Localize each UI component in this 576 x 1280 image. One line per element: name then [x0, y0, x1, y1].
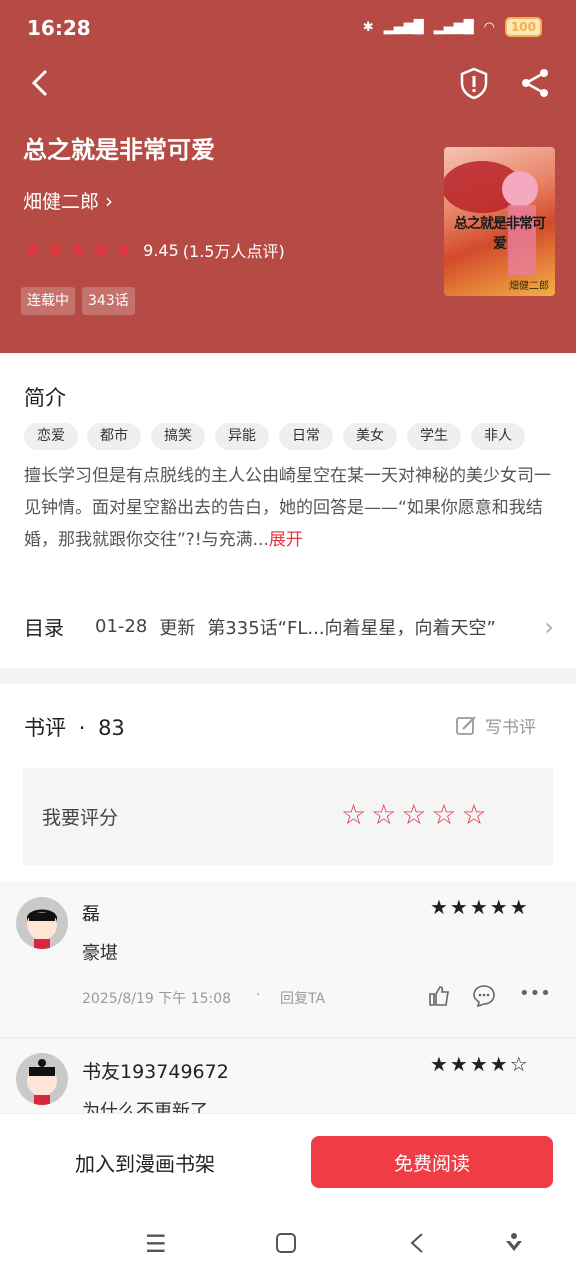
star-icon: ★ — [114, 237, 134, 262]
wifi-icon: ◠ — [483, 19, 495, 35]
shield-icon[interactable] — [458, 66, 490, 100]
rating-score: 9.45 — [143, 240, 179, 260]
write-review-label: 写书评 — [485, 718, 536, 738]
write-review-button[interactable]: 写书评 — [455, 713, 536, 738]
bottom-divider — [0, 1113, 576, 1114]
author-link[interactable]: 畑健二郎 › — [23, 187, 113, 214]
rate-stars: ☆ ☆ ☆ ☆ ☆ — [341, 798, 487, 831]
status-time: 16:28 — [27, 16, 91, 40]
genre-tag[interactable]: 异能 — [215, 423, 269, 450]
genre-tag[interactable]: 搞笑 — [151, 423, 205, 450]
status-tag: 连载中 — [21, 287, 75, 315]
section-divider — [0, 668, 576, 684]
reviews-title-text: 书评 — [24, 716, 66, 740]
comment-user: 书友193749672 — [82, 1061, 229, 1083]
comment-time: 2025/8/19 下午 15:08 — [82, 991, 232, 1007]
genre-tag[interactable]: 美女 — [343, 423, 397, 450]
rate-label: 我要评分 — [42, 807, 119, 829]
comment-divider — [0, 1037, 576, 1038]
star-icon: ★ — [68, 237, 88, 262]
assistant-icon[interactable] — [503, 1231, 525, 1255]
genre-tag[interactable]: 恋爱 — [24, 423, 78, 450]
star-outline-icon[interactable]: ☆ — [341, 798, 366, 831]
comment-list: 磊 ★★★★★ 豪堪 2025/8/19 下午 15:08 · 回复TA •••… — [0, 881, 576, 1113]
home-icon[interactable] — [275, 1232, 297, 1254]
rating-row: ★ ★ ★ ★ ★ 9.45 (1.5万人点评) — [23, 238, 285, 262]
comment-text: 为什么不更新了 — [82, 1101, 208, 1113]
status-icons: ✱ ▂▄▆█ ▂▄▆█ ◠ 100 — [363, 17, 542, 37]
genre-tag[interactable]: 学生 — [407, 423, 461, 450]
genre-tag[interactable]: 日常 — [279, 423, 333, 450]
chevron-right-icon: › — [544, 612, 554, 641]
catalog-row[interactable]: 目录 01-28 更新 第335话“FL...向着星星，向着天空” › — [24, 612, 554, 641]
thumbs-up-icon[interactable] — [427, 984, 451, 1008]
battery-icon: 100 — [504, 17, 542, 37]
avatar[interactable] — [16, 897, 68, 949]
more-icon[interactable]: ••• — [519, 983, 551, 1004]
signal-icon-2: ▂▄▆█ — [433, 19, 474, 35]
bluetooth-icon: ✱ — [362, 19, 374, 35]
free-read-button[interactable]: 免费阅读 — [311, 1136, 553, 1188]
chevron-right-icon: › — [105, 188, 114, 213]
book-title: 总之就是非常可爱 — [23, 136, 215, 164]
comment-user: 磊 — [82, 904, 100, 925]
star-icon: ★ — [91, 237, 111, 262]
star-icon: ★ — [45, 237, 65, 262]
dot-separator: · — [256, 987, 261, 1003]
share-icon[interactable] — [520, 67, 552, 99]
genre-tag[interactable]: 都市 — [87, 423, 141, 450]
star-outline-icon[interactable]: ☆ — [371, 798, 396, 831]
star-outline-icon[interactable]: ☆ — [401, 798, 426, 831]
catalog-update-label: 更新 — [159, 617, 196, 639]
description: 擅长学习但是有点脱线的主人公由崎星空在某一天对神秘的美少女司一见钟情。面对星空豁… — [24, 460, 554, 556]
nav-back-icon[interactable] — [408, 1232, 426, 1254]
rating-count: (1.5万人点评) — [182, 242, 285, 261]
comment-icon[interactable] — [472, 984, 496, 1008]
comment-stars: ★★★★☆ — [430, 1052, 530, 1076]
signal-icon: ▂▄▆█ — [383, 19, 424, 35]
expand-link[interactable]: 展开 — [269, 530, 303, 550]
cover-author: 畑健二郎 — [509, 281, 549, 292]
comment-text: 豪堪 — [82, 943, 118, 964]
back-icon[interactable] — [28, 68, 52, 98]
genre-tag[interactable]: 非人 — [471, 423, 525, 450]
chapters-tag: 343话 — [82, 287, 135, 315]
intro-title: 简介 — [24, 386, 66, 410]
reviews-count: 83 — [98, 716, 125, 740]
book-cover[interactable]: 总之就是非常可爱 畑健二郎 — [444, 147, 555, 296]
star-outline-icon[interactable]: ☆ — [461, 798, 486, 831]
book-header: 16:28 ✱ ▂▄▆█ ▂▄▆█ ◠ 100 总之就是非常可爱 畑健二郎 › … — [0, 0, 576, 353]
avatar[interactable] — [16, 1053, 68, 1105]
star-icon: ★ — [23, 237, 42, 262]
add-to-shelf-button[interactable]: 加入到漫画书架 — [30, 1136, 260, 1188]
catalog-date: 01-28 — [95, 616, 148, 637]
reviews-title: 书评 · 83 — [24, 716, 125, 740]
comment-stars: ★★★★★ — [430, 895, 530, 919]
avatar-image — [27, 1059, 57, 1105]
rate-panel: 我要评分 ☆ ☆ ☆ ☆ ☆ — [23, 768, 553, 865]
avatar-image — [27, 909, 57, 949]
catalog-latest: 第335话“FL...向着星星，向着天空” — [207, 617, 496, 639]
catalog-title: 目录 — [24, 616, 64, 640]
edit-icon — [456, 715, 476, 735]
author-name: 畑健二郎 — [23, 191, 100, 213]
star-outline-icon[interactable]: ☆ — [431, 798, 456, 831]
reply-link[interactable]: 回复TA — [280, 988, 325, 1008]
menu-icon[interactable]: ☰ — [145, 1230, 167, 1258]
cover-title: 总之就是非常可爱 — [454, 216, 546, 252]
